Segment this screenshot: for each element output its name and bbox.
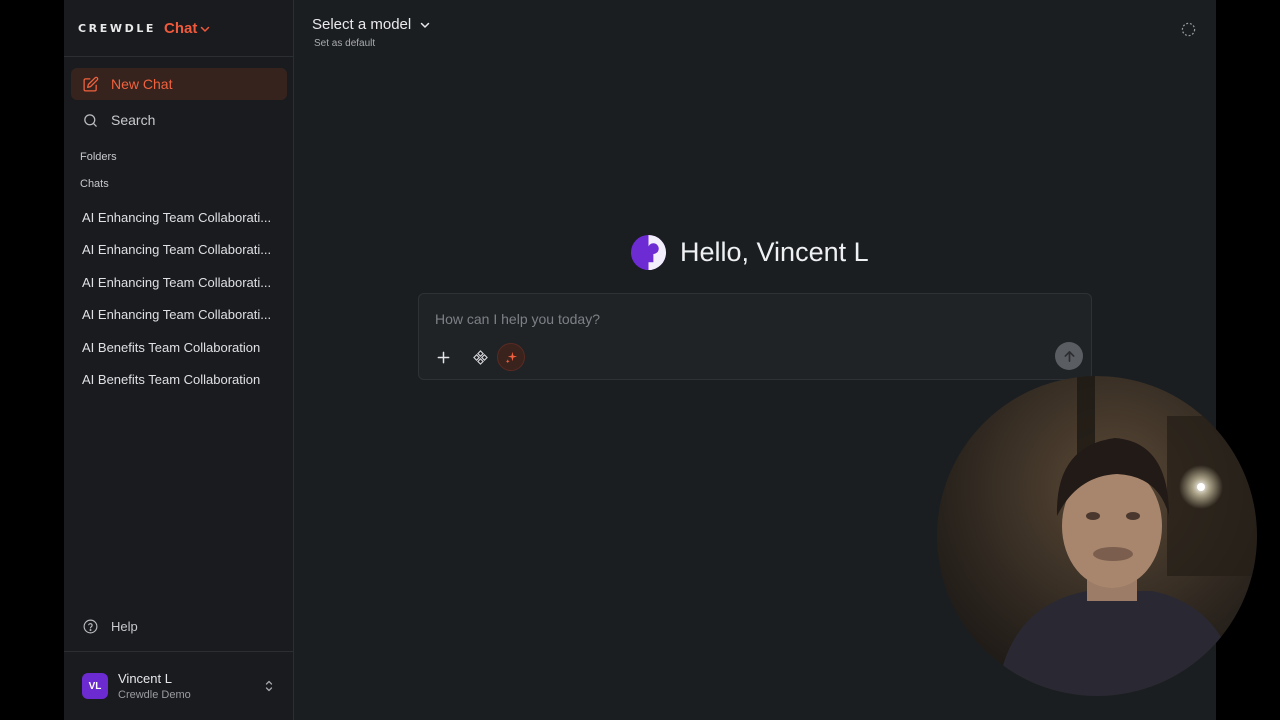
- chat-list-item[interactable]: AI Benefits Team Collaboration: [82, 340, 282, 355]
- message-composer: [418, 293, 1092, 380]
- chat-list-item[interactable]: AI Enhancing Team Collaborati...: [82, 210, 282, 225]
- set-default-link[interactable]: Set as default: [314, 38, 375, 49]
- chat-list-item[interactable]: AI Enhancing Team Collaborati...: [82, 275, 282, 290]
- search-label: Search: [111, 112, 156, 128]
- plus-icon: [437, 351, 449, 363]
- user-menu[interactable]: VL Vincent L Crewdle Demo: [64, 651, 293, 720]
- new-chat-label: New Chat: [111, 76, 173, 92]
- sparkles-button[interactable]: [497, 343, 525, 371]
- loading-icon: [1181, 22, 1196, 37]
- chats-label: Chats: [80, 178, 109, 190]
- new-chat-button[interactable]: New Chat: [71, 68, 287, 100]
- send-button[interactable]: [1055, 342, 1083, 370]
- chevron-up-down-icon[interactable]: [263, 679, 275, 693]
- attach-button[interactable]: [429, 343, 457, 371]
- chat-list-item[interactable]: AI Enhancing Team Collaborati...: [82, 242, 282, 257]
- help-button[interactable]: Help: [82, 618, 138, 635]
- chat-list-item[interactable]: AI Enhancing Team Collaborati...: [82, 307, 282, 322]
- brand-wordmark: CREWDLE: [78, 21, 157, 35]
- model-select-label: Select a model: [312, 16, 412, 33]
- model-select[interactable]: Select a model: [312, 16, 431, 33]
- chevron-down-icon: [420, 22, 430, 28]
- tools-button[interactable]: [466, 343, 494, 371]
- help-label: Help: [111, 619, 138, 634]
- brand-product: Chat: [164, 19, 198, 37]
- search-icon: [84, 113, 97, 127]
- search-button[interactable]: Search: [71, 104, 287, 136]
- chat-list-item[interactable]: AI Benefits Team Collaboration: [82, 372, 282, 387]
- user-org: Crewdle Demo: [118, 689, 191, 701]
- sparkles-icon: [505, 351, 517, 363]
- sidebar: CREWDLE Chat New Chat Search Folders Cha…: [64, 0, 294, 720]
- user-name: Vincent L: [118, 671, 172, 686]
- greeting-text: Hello, Vincent L: [680, 237, 869, 267]
- edit-icon: [83, 76, 99, 92]
- greeting: Hello, Vincent L: [630, 234, 869, 271]
- crewdle-logo-icon: [630, 234, 667, 271]
- user-info: Vincent L Crewdle Demo: [118, 671, 191, 701]
- arrow-up-icon: [1063, 350, 1075, 362]
- webcam-overlay: [937, 376, 1257, 696]
- brand-header[interactable]: CREWDLE Chat: [64, 0, 293, 57]
- avatar: VL: [82, 673, 108, 699]
- apps-icon: [472, 349, 488, 365]
- folders-label: Folders: [80, 151, 117, 163]
- chevron-down-icon[interactable]: [199, 23, 211, 35]
- message-input[interactable]: [435, 311, 995, 327]
- help-circle-icon: [83, 619, 98, 634]
